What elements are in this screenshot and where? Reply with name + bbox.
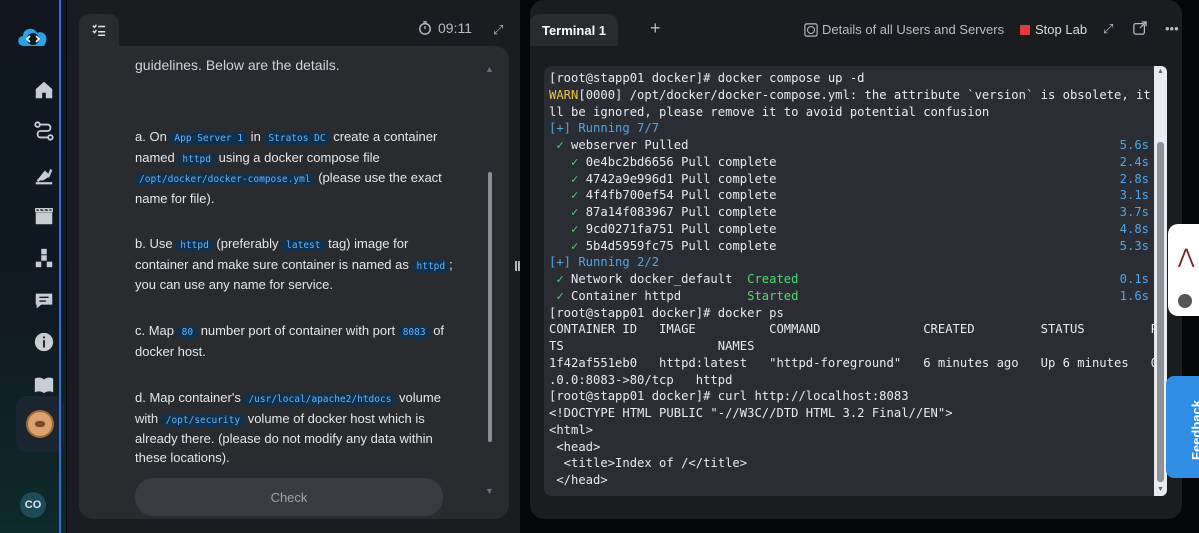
hierarchy-icon[interactable] — [31, 245, 57, 271]
nav-rail: CO — [0, 0, 66, 533]
step-duration: 3.1s — [1119, 188, 1149, 203]
terminal-line: ✓ 87a14f083967 Pull complete 3.7s — [549, 205, 1149, 219]
terminal-line: ✓ 0e4bc2bd6656 Pull complete 2.4s — [549, 154, 1149, 169]
checklist-icon — [92, 24, 106, 36]
step-duration: 2.4s — [1119, 154, 1149, 169]
step-duration: 5.3s — [1119, 238, 1149, 253]
stop-lab-button[interactable]: Stop Lab — [1020, 22, 1087, 37]
task-step-c: c. Map 80 number port of container with … — [135, 323, 445, 359]
terminal-line: ✓ webserver Pulled 5.6s — [549, 138, 1149, 152]
terminal-line: ✓ 5b4d5959fc75 Pull complete 5.3s — [549, 238, 1149, 253]
step-duration: 5.6s — [1119, 138, 1149, 152]
ai-assistant-icon[interactable]: ⋀ — [1178, 244, 1194, 269]
terminal-line: ✓ 9cd0271fa751 Pull complete 4.8s — [549, 221, 1149, 236]
expand-panel-icon[interactable]: ⤢ — [493, 22, 503, 38]
timer-value: 09:11 — [438, 20, 472, 36]
open-external-icon[interactable] — [1133, 21, 1147, 38]
more-options-icon[interactable]: ••• — [1165, 21, 1179, 36]
logo-icon[interactable] — [14, 22, 52, 52]
terminal-line: [root@stapp01 docker]# curl http://local… — [549, 389, 909, 404]
step-duration: 4.8s — [1119, 221, 1149, 236]
task-step-b: b. Use httpd (preferably latest tag) ima… — [135, 236, 453, 292]
terminal-line: ✓ Container httpd Started 1.6s — [549, 288, 1149, 303]
terminal-line: [+] Running 7/7 — [549, 121, 660, 136]
step-duration: 0.1s — [1119, 272, 1149, 286]
instructions-scrollbar[interactable] — [488, 172, 492, 442]
terminal-line: ✓ Network docker_default Created 0.1s — [549, 272, 1149, 286]
book-icon[interactable] — [31, 372, 57, 398]
stop-icon — [1020, 24, 1030, 35]
task-list-tab[interactable] — [79, 14, 119, 46]
terminal-line: ✓ 4f4fb700ef54 Pull complete 3.1s — [549, 188, 1149, 203]
terminal-line: 1f42af551eb0 httpd:latest "httpd-foregro… — [549, 355, 1166, 370]
info-icon[interactable] — [31, 329, 57, 355]
step-duration: 1.6s — [1119, 288, 1149, 303]
scroll-up-arrow[interactable]: ▲ — [1157, 68, 1164, 75]
mentor-avatar-button[interactable] — [16, 396, 64, 452]
terminal-lines: [root@stapp01 docker]# docker compose up… — [549, 70, 1166, 489]
settings-icon[interactable] — [1178, 294, 1192, 308]
scroll-down-arrow[interactable]: ▼ — [485, 486, 494, 496]
scrollbar-thumb[interactable] — [1157, 142, 1164, 482]
app-root: CO 09:11 ⤢ guidelines. Below are the det… — [0, 0, 1199, 533]
assistant-widget[interactable]: ⋀ — [1168, 224, 1199, 316]
details-users-servers-link[interactable]: Details of all Users and Servers — [804, 22, 1004, 37]
courses-icon[interactable] — [31, 162, 57, 188]
scroll-up-arrow[interactable]: ▲ — [485, 64, 494, 74]
step-duration: 3.7s — [1119, 205, 1149, 219]
instructions-card: guidelines. Below are the details. a. On… — [79, 46, 509, 519]
home-icon[interactable] — [31, 77, 57, 103]
expand-icon[interactable]: ⤢ — [1103, 21, 1113, 37]
feedback-button[interactable]: Feedback — [1166, 376, 1199, 478]
accent-divider — [59, 0, 61, 533]
film-icon[interactable] — [31, 203, 57, 229]
terminal-line: [root@stapp01 docker]# docker ps — [549, 305, 784, 320]
terminal-line: <title>Index of /</title> — [549, 456, 748, 471]
check-button[interactable]: Check — [135, 478, 443, 516]
chat-icon[interactable] — [31, 288, 57, 314]
tab-terminal-1[interactable]: Terminal 1 — [530, 14, 618, 46]
globe-icon — [804, 22, 818, 37]
terminal-line: ll be ignored, please remove it to avoid… — [549, 104, 990, 119]
scroll-down-arrow[interactable]: ▼ — [1157, 486, 1164, 493]
task-step-a: a. On App Server 1 in Stratos DC create … — [135, 129, 442, 206]
terminal-line: TS NAMES — [549, 339, 755, 353]
panel-resize-handle[interactable]: ‖ — [514, 258, 521, 274]
terminal-line: <html> — [549, 422, 594, 437]
terminal-line: [root@stapp01 docker]# docker compose up… — [549, 71, 865, 85]
terminal-line: [+] Running 2/2 — [549, 255, 660, 270]
avatar — [26, 410, 54, 438]
terminal-output[interactable]: [root@stapp01 docker]# docker compose up… — [544, 66, 1166, 496]
stopwatch-icon — [419, 21, 431, 35]
task-step-d: d. Map container's /usr/local/apache2/ht… — [135, 390, 441, 465]
user-initials-avatar[interactable]: CO — [20, 492, 46, 518]
terminal-line: <!DOCTYPE HTML PUBLIC "-//W3C//DTD HTML … — [549, 406, 953, 420]
lab-timer: 09:11 — [418, 20, 472, 36]
terminal-line: </head> — [549, 473, 608, 487]
partial-line: guidelines. Below are the details. — [135, 57, 340, 73]
route-icon[interactable] — [31, 118, 57, 144]
terminal-line: CONTAINER ID IMAGE COMMAND CREATED STATU… — [549, 322, 1166, 337]
terminal-line: <head> — [549, 439, 601, 454]
step-duration: 2.8s — [1119, 171, 1149, 186]
add-tab-button[interactable]: + — [650, 18, 661, 39]
terminal-line: ✓ 4742a9e996d1 Pull complete 2.8s — [549, 171, 1149, 186]
terminal-line: WARN[0000] /opt/docker/docker-compose.ym… — [549, 87, 1166, 102]
terminal-line: .0.0:8083->80/tcp httpd — [549, 372, 733, 387]
